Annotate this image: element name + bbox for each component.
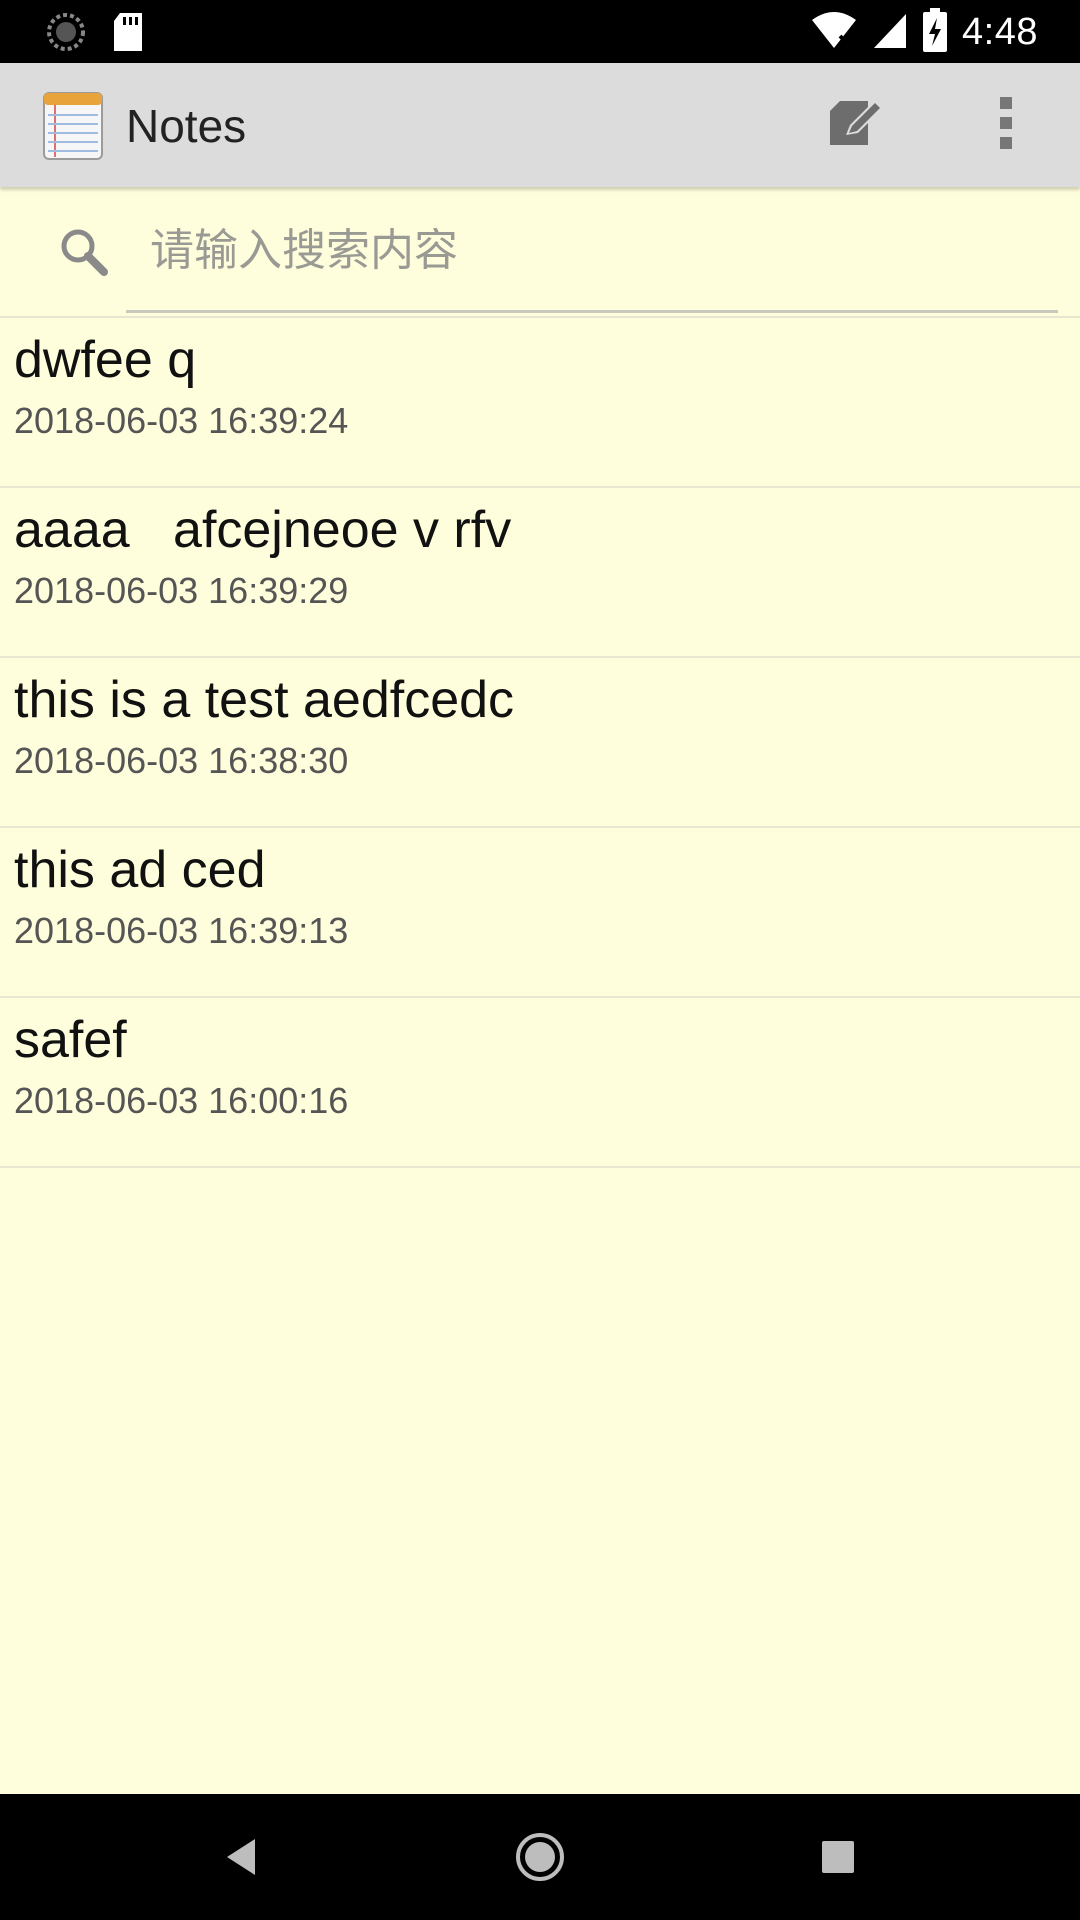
recents-icon (820, 1839, 856, 1880)
status-bar: 4:48 (0, 0, 1080, 63)
back-button[interactable] (206, 1824, 276, 1894)
note-title: dwfee q (14, 331, 197, 389)
home-icon (514, 1831, 566, 1888)
compose-button[interactable] (820, 93, 892, 157)
back-icon (223, 1837, 259, 1882)
status-time: 4:48 (962, 11, 1038, 53)
list-item[interactable]: this ad ced 2018-06-03 16:39:13 (0, 828, 1080, 998)
search-underline (126, 310, 1058, 313)
note-date: 2018-06-03 16:38:30 (14, 740, 349, 781)
note-title: this ad ced (14, 841, 266, 899)
app-title: Notes (126, 100, 247, 152)
recents-button[interactable] (803, 1824, 873, 1894)
list-item[interactable]: safef 2018-06-03 16:00:16 (0, 998, 1080, 1168)
status-left-icons (46, 12, 144, 57)
search-icon (58, 226, 110, 283)
wifi-icon (810, 10, 858, 55)
note-title: aaaa afcejneoe v rfv (14, 501, 512, 559)
home-button[interactable] (505, 1824, 575, 1894)
note-title: safef (14, 1011, 127, 1069)
note-date: 2018-06-03 16:39:24 (14, 400, 349, 441)
battery-charging-icon (922, 8, 948, 57)
search-input[interactable] (126, 214, 1056, 286)
list-item[interactable]: aaaa afcejneoe v rfv 2018-06-03 16:39:29 (0, 488, 1080, 658)
list-item[interactable]: this is a test aedfcedc 2018-06-03 16:38… (0, 658, 1080, 828)
overflow-menu-button[interactable] (980, 93, 1032, 157)
loading-icon (46, 12, 86, 57)
overflow-menu-icon (999, 95, 1013, 156)
sd-card-icon (112, 13, 144, 56)
list-item[interactable]: dwfee q 2018-06-03 16:39:24 (0, 318, 1080, 488)
note-date: 2018-06-03 16:00:16 (14, 1080, 349, 1121)
note-date: 2018-06-03 16:39:13 (14, 910, 349, 951)
search-bar (0, 190, 1080, 316)
signal-icon (872, 10, 908, 55)
note-date: 2018-06-03 16:39:29 (14, 570, 349, 611)
status-right-icons: 4:48 (810, 8, 1038, 57)
compose-icon (828, 97, 884, 154)
app-bar: Notes (0, 63, 1080, 187)
note-title: this is a test aedfcedc (14, 671, 515, 729)
notes-list: dwfee q 2018-06-03 16:39:24 aaaa afcejne… (0, 318, 1080, 1168)
notepad-icon (42, 91, 104, 166)
navigation-bar (0, 1794, 1080, 1920)
